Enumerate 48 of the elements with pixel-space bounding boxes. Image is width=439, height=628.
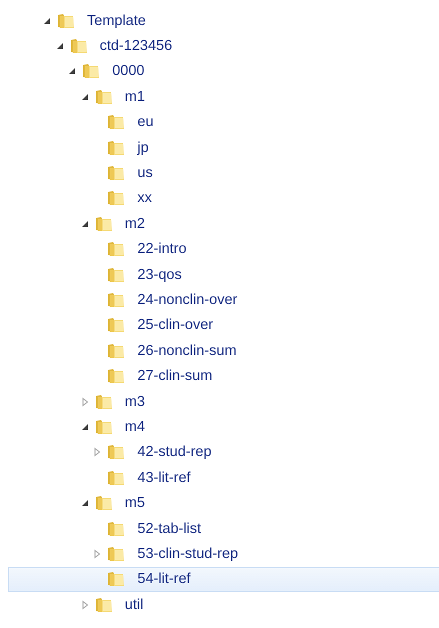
tree-item[interactable]: 24-nonclin-over [8, 287, 439, 313]
folder-icon [107, 571, 126, 588]
tree-item[interactable]: 42-stud-rep [8, 440, 439, 466]
tree-item[interactable]: m5 [8, 490, 439, 516]
folder-icon [94, 596, 113, 613]
tree-item[interactable]: 22-intro [8, 236, 439, 262]
tree-item[interactable]: xx [8, 186, 439, 212]
tree-item[interactable]: 52-tab-list [8, 516, 439, 542]
folder-icon [94, 88, 113, 105]
folder-icon [94, 495, 113, 512]
tree-item[interactable]: m3 [8, 388, 439, 414]
tree-item[interactable]: m4 [8, 414, 439, 440]
folder-icon [107, 520, 126, 536]
tree-item[interactable]: 0000 [8, 58, 439, 84]
tree-item[interactable]: Template [8, 8, 439, 34]
folder-icon [107, 368, 126, 384]
folder-icon [107, 317, 126, 334]
folder-icon [107, 444, 126, 460]
tree-item[interactable]: eu [8, 110, 439, 135]
folder-icon [107, 470, 126, 486]
folder-icon [107, 241, 126, 258]
folder-icon [107, 165, 126, 182]
folder-icon [107, 114, 126, 130]
folder-icon [70, 38, 88, 54]
tree-item[interactable]: m2 [8, 211, 439, 237]
folder-icon [107, 342, 126, 359]
folder-icon [94, 418, 113, 435]
folder-icon [107, 546, 126, 562]
folder-icon [107, 292, 126, 308]
tree-item[interactable]: 43-lit-ref [8, 465, 439, 490]
folder-icon [57, 12, 75, 29]
tree-item[interactable]: us [8, 160, 439, 186]
tree-item[interactable]: 23-qos [8, 262, 439, 288]
tree-item[interactable]: util [8, 592, 439, 618]
folder-icon [107, 190, 126, 206]
tree-item[interactable]: 27-clin-sum [8, 363, 439, 389]
tree-item[interactable]: ctd-123456 [8, 33, 439, 59]
folder-icon [94, 394, 113, 410]
tree-item[interactable]: 54-lit-ref [8, 566, 439, 592]
folder-icon [82, 63, 100, 80]
tree-item[interactable]: 25-clin-over [8, 312, 439, 338]
tree-item[interactable]: 26-nonclin-sum [8, 338, 439, 364]
folder-icon [94, 216, 113, 232]
tree-item[interactable]: jp [8, 134, 439, 160]
tree-item[interactable]: 53-clin-stud-rep [8, 541, 439, 567]
folder-icon [107, 140, 126, 156]
folder-icon [107, 266, 126, 283]
tree-item[interactable]: m1 [8, 84, 439, 110]
